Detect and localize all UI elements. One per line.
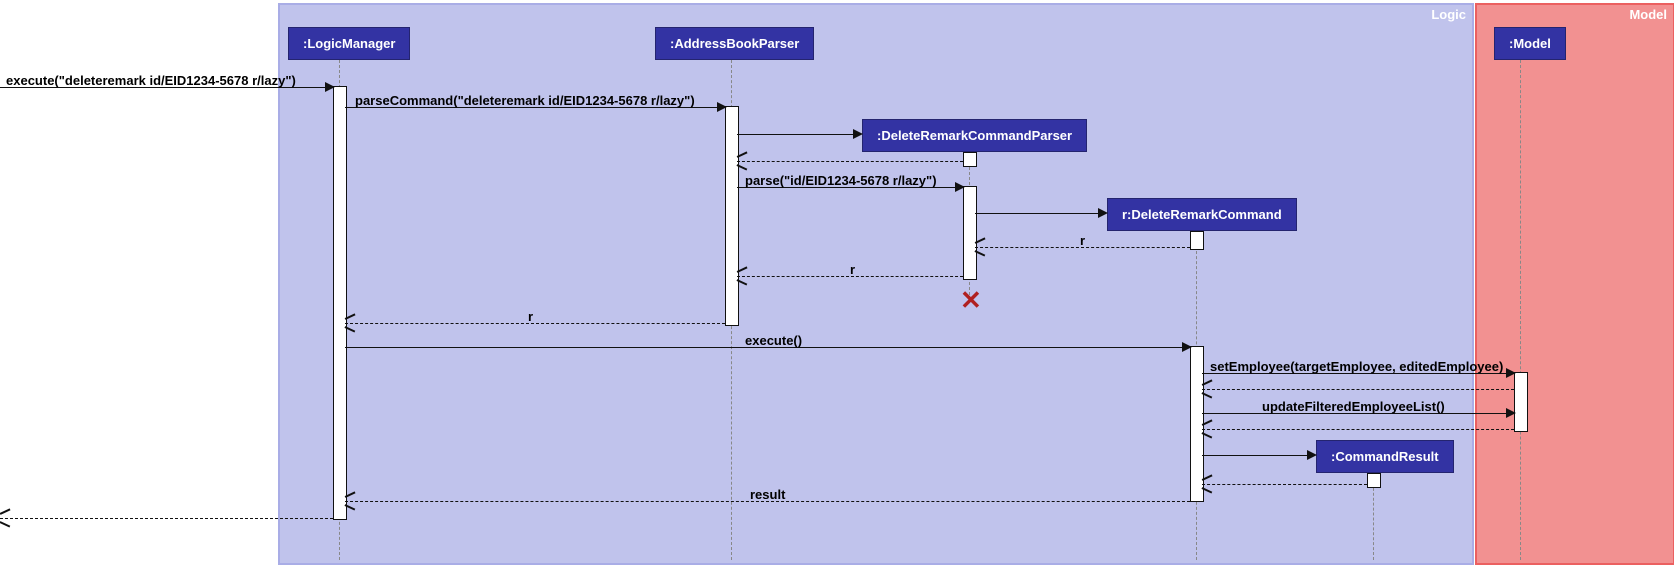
- arrowhead-parse-command: [717, 102, 727, 112]
- activation-model: [1514, 372, 1528, 432]
- arrowhead-result: [345, 496, 355, 506]
- arrow-return-drcp: [737, 161, 963, 162]
- arrow-r3: [345, 323, 725, 324]
- arrow-create-cr: [1202, 455, 1315, 456]
- destroy-icon: ✕: [960, 285, 982, 316]
- arrow-update-filtered-return: [1202, 429, 1514, 430]
- msg-parse: parse("id/EID1234-5678 r/lazy"): [745, 173, 937, 188]
- msg-set-employee: setEmployee(targetEmployee, editedEmploy…: [1210, 359, 1503, 374]
- arrowhead-execute: [325, 82, 335, 92]
- arrowhead-r2: [737, 271, 747, 281]
- arrowhead-create-drcp: [853, 129, 863, 139]
- model-box-title: Model: [1629, 7, 1667, 22]
- arrowhead-execute2: [1182, 342, 1192, 352]
- activation-drcp-2: [963, 186, 977, 280]
- activation-address-book-parser: [725, 106, 739, 326]
- dash-model: [1520, 60, 1521, 560]
- arrowhead-update-filtered-return: [1202, 424, 1212, 434]
- msg-r3: r: [528, 309, 533, 324]
- lifeline-address-book-parser: :AddressBookParser: [655, 27, 814, 60]
- msg-r2: r: [850, 262, 855, 277]
- activation-drc-1: [1190, 231, 1204, 250]
- lifeline-delete-remark-command: r:DeleteRemarkCommand: [1107, 198, 1297, 231]
- arrow-create-drcp: [737, 134, 861, 135]
- activation-logic-manager: [333, 86, 347, 520]
- arrowhead-r1: [975, 242, 985, 252]
- msg-parse-command: parseCommand("deleteremark id/EID1234-56…: [355, 93, 695, 108]
- arrow-final-return: [0, 518, 333, 519]
- arrowhead-cr-return: [1202, 479, 1212, 489]
- lifeline-delete-remark-command-parser: :DeleteRemarkCommandParser: [862, 119, 1087, 152]
- lifeline-command-result: :CommandResult: [1316, 440, 1454, 473]
- lifeline-logic-manager: :LogicManager: [288, 27, 410, 60]
- arrowhead-set-employee-return: [1202, 384, 1212, 394]
- arrow-set-employee-return: [1202, 389, 1514, 390]
- msg-r1: r: [1080, 233, 1085, 248]
- sequence-diagram: Logic Model :LogicManager :AddressBookPa…: [0, 0, 1674, 584]
- arrowhead-r3: [345, 318, 355, 328]
- arrowhead-return-drcp: [737, 156, 747, 166]
- arrowhead-create-cr: [1307, 450, 1317, 460]
- msg-update-filtered: updateFilteredEmployeeList(): [1262, 399, 1445, 414]
- model-box: Model: [1475, 3, 1674, 565]
- arrow-cr-return: [1202, 484, 1367, 485]
- arrowhead-final-return: [0, 513, 10, 523]
- msg-execute2: execute(): [745, 333, 802, 348]
- arrow-create-drc: [975, 213, 1106, 214]
- activation-drcp-1: [963, 152, 977, 167]
- arrowhead-set-employee: [1506, 368, 1516, 378]
- msg-execute: execute("deleteremark id/EID1234-5678 r/…: [6, 73, 296, 88]
- activation-command-result: [1367, 473, 1381, 488]
- lifeline-model: :Model: [1494, 27, 1566, 60]
- arrowhead-create-drc: [1098, 208, 1108, 218]
- arrowhead-parse: [955, 182, 965, 192]
- logic-box-title: Logic: [1431, 7, 1466, 22]
- arrowhead-update-filtered: [1506, 408, 1516, 418]
- msg-result: result: [750, 487, 785, 502]
- logic-box: Logic: [278, 3, 1474, 565]
